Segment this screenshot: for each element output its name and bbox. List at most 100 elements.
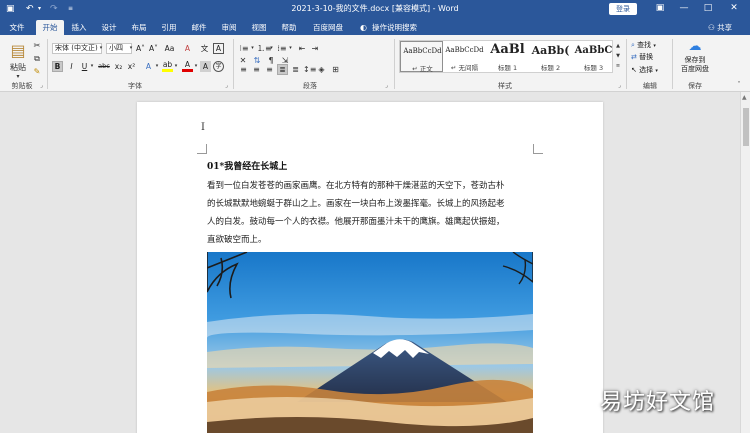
text-effects-button[interactable]: A <box>143 61 154 72</box>
styles-launcher-icon[interactable]: ⌟ <box>618 82 621 89</box>
restore-button[interactable]: □ <box>700 2 716 15</box>
style-heading-2[interactable]: AaBb( 标题 2 <box>529 41 572 72</box>
font-launcher-icon[interactable]: ⌟ <box>225 82 228 89</box>
share-button[interactable]: ⚇ 共享 <box>708 20 732 35</box>
text-effects-dropdown-icon[interactable]: ▾ <box>154 61 160 72</box>
bullets-dropdown-icon[interactable]: ▾ <box>250 43 255 54</box>
format-painter-icon[interactable]: ✎ <box>32 66 42 77</box>
paragraph-line[interactable]: 直欲破空而上。 <box>207 233 535 247</box>
character-border-icon[interactable]: A <box>213 43 224 54</box>
copy-icon[interactable]: ⧉ <box>32 53 42 64</box>
paragraph-launcher-icon[interactable]: ⌟ <box>385 82 388 89</box>
decrease-indent-icon[interactable]: ⇤ <box>296 43 308 54</box>
lightbulb-icon: ◐ <box>360 23 367 32</box>
tab-layout[interactable]: 布局 <box>126 20 152 35</box>
select-button[interactable]: ↖ 选择 ▾ <box>631 65 658 77</box>
netdisk-label: 百度网盘 <box>681 65 709 73</box>
shading-icon[interactable]: ◈ <box>316 64 327 75</box>
tab-references[interactable]: 引用 <box>156 20 182 35</box>
numbering-icon[interactable]: ⒈≡ <box>257 43 272 54</box>
distributed-icon[interactable]: ≣ <box>290 64 301 75</box>
style-no-spacing[interactable]: AaBbCcDd ↵ 无间隔 <box>443 41 486 72</box>
highlight-dropdown-icon[interactable]: ▾ <box>173 61 179 72</box>
document-page[interactable]: I 01*我曾经在长城上 看到一位白发苍苍的画家画鹰。在北方特有的那种干燥湛蓝的… <box>137 102 603 433</box>
tab-mailings[interactable]: 邮件 <box>186 20 212 35</box>
tab-view[interactable]: 视图 <box>246 20 272 35</box>
select-dropdown-icon: ▾ <box>655 68 658 74</box>
align-center-icon[interactable]: ≡ <box>251 64 262 75</box>
style-heading-1[interactable]: AaBl 标题 1 <box>486 41 529 72</box>
grow-font-icon[interactable]: A˄ <box>135 43 146 54</box>
replace-icon: ⇄ <box>631 53 637 61</box>
paste-icon[interactable]: ▤ <box>8 41 28 61</box>
line-spacing-icon[interactable]: ↕≡ <box>303 64 316 75</box>
title-bar: ▣ ↶ ▾ ↷ ≡ 2021-3-10-我的文件.docx [兼容模式] - W… <box>0 0 750 18</box>
select-label: 选择 <box>639 66 654 74</box>
style-preview: AaBb( <box>531 44 570 57</box>
close-button[interactable]: ✕ <box>726 2 742 15</box>
search-icon: ⌕ <box>631 41 635 49</box>
tell-me-search[interactable]: 操作说明搜索 <box>372 20 417 35</box>
align-right-icon[interactable]: ≡ <box>264 64 275 75</box>
vertical-scrollbar[interactable]: ▲ <box>740 92 750 433</box>
multilevel-dropdown-icon[interactable]: ▾ <box>288 43 293 54</box>
document-heading[interactable]: 01*我曾经在长城上 <box>207 160 287 174</box>
ribbon-display-options-icon[interactable]: ▣ <box>652 2 668 15</box>
tab-help[interactable]: 帮助 <box>276 20 302 35</box>
save-to-netdisk-button[interactable]: ☁ 保存到 百度网盘 <box>677 39 713 79</box>
replace-button[interactable]: ⇄ 替换 <box>631 52 653 63</box>
numbering-dropdown-icon[interactable]: ▾ <box>269 43 274 54</box>
paragraph-line[interactable]: 人的白发。鼓动每一个人的衣襟。他展开那面墨汁未干的鹰旗。雄鹰起伏振翅， <box>207 215 535 229</box>
mount-fuji-photo[interactable] <box>207 252 533 433</box>
bullets-icon[interactable]: ⁝≡ <box>238 43 250 54</box>
character-shading-button[interactable]: A <box>200 61 211 72</box>
ribbon-home: ▤ 粘贴 ▾ ✂ ⧉ ✎ 剪贴板 ⌟ 宋体 (中文正) ▾ 小四 ▾ A˄ A˅… <box>0 35 750 92</box>
find-dropdown-icon: ▾ <box>653 43 656 49</box>
font-color-button[interactable]: A <box>182 61 193 72</box>
subscript-button[interactable]: x₂ <box>113 61 124 72</box>
clipboard-launcher-icon[interactable]: ⌟ <box>40 82 43 89</box>
multilevel-list-icon[interactable]: ⁞≡ <box>276 43 288 54</box>
style-preview: AaBbC <box>574 45 613 56</box>
tab-review[interactable]: 审阅 <box>216 20 242 35</box>
increase-indent-icon[interactable]: ⇥ <box>309 43 321 54</box>
tab-insert[interactable]: 插入 <box>66 20 92 35</box>
styles-more-icon[interactable]: ≡ <box>614 61 622 72</box>
clear-formatting-icon[interactable]: A <box>182 43 193 54</box>
font-size-dropdown-icon[interactable]: ▾ <box>128 43 134 54</box>
strikethrough-button[interactable]: abc <box>97 61 111 72</box>
highlight-button[interactable]: ab <box>162 61 173 72</box>
bold-button[interactable]: B <box>52 61 63 72</box>
font-name-dropdown-icon[interactable]: ▾ <box>98 43 104 54</box>
replace-label: 替换 <box>639 53 654 61</box>
borders-icon[interactable]: ⊞ <box>330 64 341 75</box>
tab-baidu-netdisk[interactable]: 百度网盘 <box>308 20 348 35</box>
font-color-dropdown-icon[interactable]: ▾ <box>193 61 199 72</box>
login-button[interactable]: 登录 <box>609 3 637 15</box>
style-heading-3[interactable]: AaBbC 标题 3 <box>572 41 615 72</box>
paragraph-line[interactable]: 的长城默默地蜿蜒于群山之上。画家在一块白布上泼墨挥毫。长城上的风扬起老 <box>207 197 535 211</box>
collapse-ribbon-icon[interactable]: ˄ <box>734 79 744 90</box>
find-button[interactable]: ⌕ 查找 ▾ <box>631 40 656 52</box>
underline-dropdown-icon[interactable]: ▾ <box>89 61 95 72</box>
align-left-icon[interactable]: ≡ <box>238 64 249 75</box>
scrollbar-thumb[interactable] <box>743 108 749 146</box>
tab-file[interactable]: 文件 <box>4 20 30 35</box>
font-name-box[interactable]: 宋体 (中文正) <box>52 43 102 54</box>
style-name: 标题 2 <box>540 64 561 72</box>
shrink-font-icon[interactable]: A˅ <box>148 43 159 54</box>
change-case-icon[interactable]: Aa <box>164 43 175 54</box>
cut-icon[interactable]: ✂ <box>32 40 42 51</box>
tab-design[interactable]: 设计 <box>96 20 122 35</box>
italic-button[interactable]: I <box>66 61 77 72</box>
superscript-button[interactable]: x² <box>126 61 137 72</box>
scroll-up-icon[interactable]: ▲ <box>742 94 747 101</box>
tab-home[interactable]: 开始 <box>36 20 64 35</box>
justify-icon[interactable]: ≣ <box>277 64 288 75</box>
paragraph-line[interactable]: 看到一位白发苍苍的画家画鹰。在北方特有的那种干燥湛蓝的天空下，苍劲古朴 <box>207 179 535 193</box>
phonetic-guide-icon[interactable]: 文 <box>199 43 210 54</box>
style-normal[interactable]: AaBbCcDd ↵ 正文 <box>400 41 443 73</box>
minimize-button[interactable]: — <box>676 2 692 15</box>
styles-gallery: AaBbCcDd ↵ 正文 AaBbCcDd ↵ 无间隔 AaBl 标题 1 A… <box>399 40 613 73</box>
enclose-characters-button[interactable]: 字 <box>213 61 224 72</box>
